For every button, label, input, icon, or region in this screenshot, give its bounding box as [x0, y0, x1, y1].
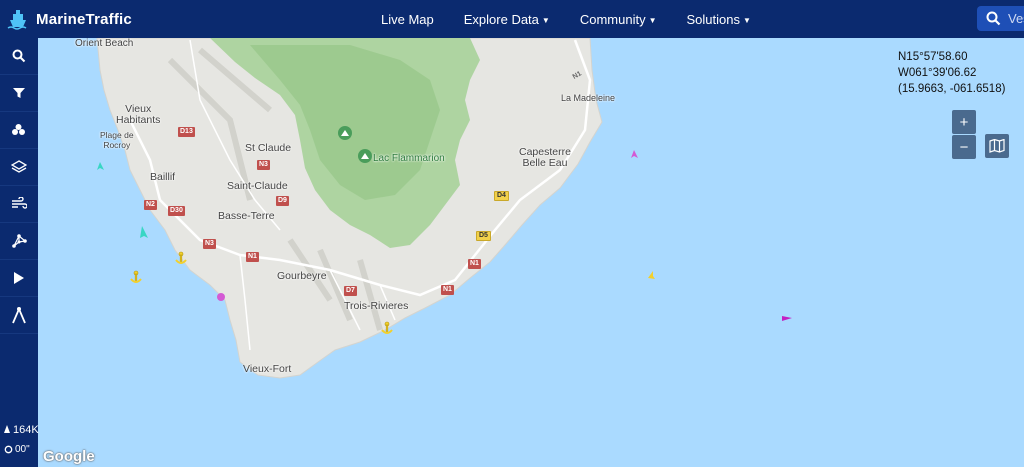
density-button[interactable] [0, 223, 38, 260]
nav-label: Community [579, 11, 646, 27]
plus-icon: + [959, 113, 969, 131]
road-sign: N2 [144, 200, 157, 210]
place-label: Trois-Rivieres [344, 300, 409, 312]
map-canvas[interactable]: Orient Beach Vieux Habitants Plage de Ro… [38, 38, 1024, 467]
nav-label: Explore Data [463, 11, 539, 27]
compass-measure-icon [12, 307, 26, 324]
vessel-count: 164K [3, 424, 39, 436]
nav-solutions[interactable]: Solutions ▼ [687, 12, 751, 27]
filter-button[interactable] [0, 75, 38, 112]
measure-button[interactable] [0, 297, 38, 334]
nav-live-map[interactable]: Live Map [381, 12, 434, 27]
fleet-icon [12, 124, 25, 135]
wind-icon [12, 197, 27, 209]
map-icon [989, 139, 1005, 153]
place-label: St Claude [245, 142, 292, 154]
playback-button[interactable] [0, 260, 38, 297]
place-label: Plage de Rocroy [100, 130, 134, 150]
search-button[interactable] [0, 38, 38, 75]
place-label: Vieux-Fort [243, 363, 292, 375]
road-sign: D5 [476, 231, 491, 241]
ship-logo-icon [7, 10, 27, 30]
place-label: Saint-Claude [227, 180, 288, 192]
place-label: Capesterre Belle Eau [519, 146, 571, 169]
coordinates-readout: N15°57'58.60 W061°39'06.62 (15.9663, -06… [898, 49, 1005, 97]
road-sign: N1 [246, 252, 259, 262]
road-sign: D9 [276, 196, 289, 206]
timer-indicator: 00" [4, 444, 30, 455]
layers-icon [11, 160, 27, 173]
vessel-count-value: 164K [13, 424, 39, 436]
nav-explore-data[interactable]: Explore Data ▼ [464, 12, 550, 27]
road-sign: N1 [468, 259, 481, 269]
chevron-down-icon: ▼ [648, 15, 657, 25]
longitude: W061°39'06.62 [898, 67, 977, 79]
weather-button[interactable] [0, 186, 38, 223]
road-sign: D30 [168, 206, 185, 216]
main-nav: Live Map Explore Data ▼ Community ▼ Soluti… [366, 0, 766, 38]
road-sign: N3 [203, 239, 216, 249]
park-label: Lac Flammarion [373, 153, 445, 164]
nav-community[interactable]: Community ▼ [580, 12, 657, 27]
zoom-in-button[interactable]: + [952, 110, 976, 134]
minus-icon: − [959, 138, 969, 156]
road-sign: N3 [257, 160, 270, 170]
search-icon [986, 11, 1001, 26]
map-type-button[interactable] [985, 134, 1009, 158]
road-sign: D7 [344, 286, 357, 296]
ship-icon [4, 425, 10, 433]
filter-icon [13, 88, 25, 98]
latitude: N15°57'58.60 [898, 51, 968, 63]
top-navigation-bar: MarineTraffic Live Map Explore Data ▼ Com… [0, 0, 1024, 38]
google-attribution: Google [43, 448, 95, 465]
refresh-icon [4, 445, 13, 454]
app-name: MarineTraffic [36, 10, 132, 28]
fleet-button[interactable] [0, 112, 38, 149]
place-label: Basse-Terre [218, 210, 275, 222]
place-label: La Madeleine [561, 93, 616, 103]
network-icon [12, 234, 27, 248]
nav-label: Solutions [686, 11, 740, 27]
map-tiles [38, 38, 1024, 467]
road-sign: D13 [178, 127, 195, 137]
place-label: Vieux Habitants [116, 103, 161, 126]
chevron-down-icon: ▼ [742, 15, 751, 25]
logo[interactable]: MarineTraffic [6, 7, 132, 31]
zoom-out-button[interactable]: − [952, 135, 976, 159]
place-label: Orient Beach [75, 38, 134, 49]
search-placeholder: Ves [1008, 11, 1024, 26]
left-toolbar: 164K 00" [0, 38, 39, 467]
timer-value: 00" [15, 444, 30, 455]
vessel-marker[interactable] [217, 293, 225, 301]
road-sign: D4 [494, 191, 509, 201]
place-label: Baillif [150, 171, 176, 183]
place-label: Gourbeyre [277, 270, 327, 282]
play-icon [14, 272, 24, 284]
decimal-coordinates: (15.9663, -061.6518) [898, 83, 1006, 95]
search-icon [12, 49, 26, 63]
vessel-search-input[interactable]: Ves [977, 6, 1024, 31]
chevron-down-icon: ▼ [541, 15, 550, 25]
road-sign: N1 [441, 285, 454, 295]
nav-label: Live Map [381, 11, 434, 27]
layers-button[interactable] [0, 149, 38, 186]
